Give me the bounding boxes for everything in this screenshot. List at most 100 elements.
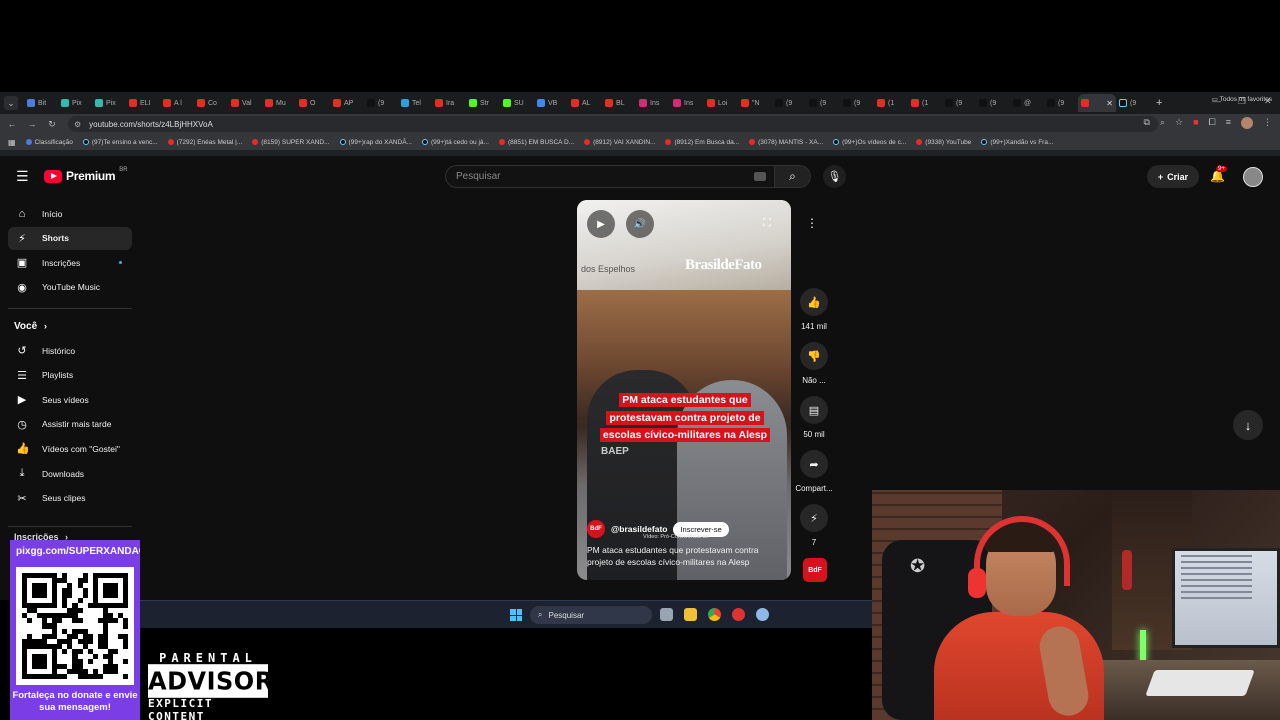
tab-item[interactable]: A l: [160, 94, 194, 112]
profile-avatar[interactable]: [1241, 117, 1253, 129]
tab-item[interactable]: Mu: [262, 94, 296, 112]
notifications-button[interactable]: 🔔 9+: [1210, 166, 1227, 183]
back-icon[interactable]: ←: [2, 119, 22, 129]
tab-item[interactable]: Co: [194, 94, 228, 112]
forward-icon[interactable]: →: [22, 119, 42, 129]
search-input[interactable]: Pesquisar: [445, 165, 775, 188]
new-tab-icon[interactable]: +: [1156, 97, 1170, 109]
sidebar-item-clips[interactable]: ✂ Seus clipes: [8, 487, 132, 510]
sidebar-item-subscriptions[interactable]: ▣ Inscrições: [8, 251, 132, 274]
extensions-icon[interactable]: ⧠: [1209, 117, 1216, 129]
short-player[interactable]: dos Espelhos BrasildeFato BAEP PM ataca …: [577, 200, 791, 580]
tab-item[interactable]: Ins: [670, 94, 704, 112]
zoom-icon[interactable]: ⌕: [1160, 117, 1165, 129]
search-button[interactable]: ⌕: [775, 165, 811, 188]
keyboard-icon[interactable]: [754, 172, 766, 181]
bookmark-item[interactable]: (99+)Os vídeos de c...: [833, 139, 906, 146]
sidebar-item-watch-later[interactable]: ◷ Assistir mais tarde: [8, 413, 132, 436]
bookmark-item[interactable]: (8851) EM BUSCA D...: [498, 139, 574, 146]
all-bookmarks[interactable]: ▭ Todos os favoritos: [1212, 95, 1272, 103]
avatar[interactable]: [1243, 167, 1263, 187]
kebab-menu-icon[interactable]: ⋮: [1263, 117, 1272, 129]
tab-item[interactable]: O: [296, 94, 330, 112]
bookmark-item[interactable]: (99+)tá cedo ou já...: [421, 139, 489, 146]
tab-item[interactable]: Pix: [92, 94, 126, 112]
tab-close-icon[interactable]: ✕: [1106, 99, 1113, 108]
voice-search-button[interactable]: 🎙: [823, 165, 846, 188]
taskbar-search[interactable]: ⌕ Pesquisar: [530, 606, 652, 624]
channel-handle[interactable]: @brasildefato: [611, 524, 667, 534]
sidebar-item-playlists[interactable]: ☰ Playlists: [8, 364, 132, 387]
bookmark-item[interactable]: (8912) VAI XANDIN...: [584, 139, 655, 146]
tab-item[interactable]: (1: [908, 94, 942, 112]
address-bar[interactable]: ⚙ youtube.com/shorts/z4LBjHHXVoA: [68, 116, 1158, 132]
tab-item[interactable]: Ins: [636, 94, 670, 112]
remix-button[interactable]: ⚡ 7: [795, 504, 833, 547]
sidebar-item-liked[interactable]: 👍 Vídeos com "Gostei": [8, 437, 132, 460]
app-icon[interactable]: [732, 608, 745, 621]
tab-item[interactable]: (9: [840, 94, 874, 112]
bookmark-item[interactable]: (99+)Xandão vs Fra...: [981, 139, 1053, 146]
tab-item[interactable]: "N: [738, 94, 772, 112]
tab-item[interactable]: @: [1010, 94, 1044, 112]
tab-last[interactable]: (9: [1116, 94, 1150, 112]
tab-item[interactable]: (9: [364, 94, 398, 112]
comments-button[interactable]: ▤ 50 mil: [795, 396, 833, 439]
dislike-button[interactable]: 👎 Não ...: [795, 342, 833, 385]
bookmark-item[interactable]: (97)Te ensino a venc...: [82, 139, 158, 146]
tab-item[interactable]: (9: [976, 94, 1010, 112]
file-explorer-icon[interactable]: [684, 608, 697, 621]
task-view-icon[interactable]: [660, 608, 673, 621]
tab-item[interactable]: (9: [1044, 94, 1078, 112]
tab-item[interactable]: Str: [466, 94, 500, 112]
tab-item[interactable]: Tel: [398, 94, 432, 112]
audio-channel-thumb[interactable]: BdF: [803, 558, 827, 582]
sidebar-item-music[interactable]: ◉ YouTube Music: [8, 276, 132, 299]
bookmark-item[interactable]: Classificação: [25, 139, 73, 146]
share-button[interactable]: ➦ Compart...: [795, 450, 833, 493]
settings-icon[interactable]: [756, 608, 769, 621]
site-info-icon[interactable]: ⚙: [74, 120, 81, 129]
windows-start-icon[interactable]: [510, 609, 522, 621]
play-button[interactable]: ▶: [587, 210, 615, 238]
short-caption[interactable]: PM ataca estudantes que protestavam cont…: [587, 544, 777, 568]
tab-item[interactable]: ELI: [126, 94, 160, 112]
bookmark-item[interactable]: (3078) MANTIS - XA...: [749, 139, 823, 146]
more-options-icon[interactable]: ⋮: [806, 216, 818, 230]
tab-item[interactable]: Loi: [704, 94, 738, 112]
bookmark-item[interactable]: (99+)rap do XANDÃ...: [339, 139, 412, 146]
tab-item[interactable]: (9: [942, 94, 976, 112]
tab-item[interactable]: (9: [772, 94, 806, 112]
hamburger-menu-icon[interactable]: ☰: [16, 168, 29, 185]
tab-item[interactable]: Ira: [432, 94, 466, 112]
tab-item[interactable]: Val: [228, 94, 262, 112]
tab-item[interactable]: Pix: [58, 94, 92, 112]
tab-item[interactable]: (1: [874, 94, 908, 112]
tab-active[interactable]: ✕: [1078, 94, 1116, 112]
next-short-button[interactable]: ↓: [1233, 410, 1263, 440]
bookmark-item[interactable]: (8912) Em Busca da...: [665, 139, 739, 146]
tab-item[interactable]: SU: [500, 94, 534, 112]
bookmark-item[interactable]: (7292) Enéas Metal |...: [167, 139, 242, 146]
sidebar-item-history[interactable]: ↺ Histórico: [8, 339, 132, 362]
bookmark-star-icon[interactable]: ☆: [1175, 117, 1183, 129]
extension-icon[interactable]: ■: [1193, 117, 1198, 129]
sidebar-item-your-videos[interactable]: ▶ Seus vídeos: [8, 388, 132, 411]
tab-item[interactable]: AL: [568, 94, 602, 112]
channel-avatar[interactable]: BdF: [587, 520, 605, 538]
youtube-logo[interactable]: Premium BR: [44, 167, 128, 183]
apps-icon[interactable]: ▦: [8, 138, 16, 147]
tab-item[interactable]: VB: [534, 94, 568, 112]
sidebar-item-shorts[interactable]: ⚡ Shorts: [8, 226, 132, 250]
tab-item[interactable]: (9: [806, 94, 840, 112]
reload-icon[interactable]: ↻: [42, 119, 62, 130]
install-icon[interactable]: ⧉: [1144, 117, 1150, 129]
media-icon[interactable]: ≡: [1226, 117, 1231, 129]
sidebar-voce-header[interactable]: Você ›: [14, 321, 47, 332]
tab-item[interactable]: BL: [602, 94, 636, 112]
like-button[interactable]: 👍 141 mil: [795, 288, 833, 331]
bookmark-item[interactable]: (9338) YouTube: [916, 139, 971, 146]
tab-item[interactable]: AP: [330, 94, 364, 112]
sidebar-item-downloads[interactable]: ⤓ Downloads: [8, 462, 132, 485]
bookmark-item[interactable]: (8159) SUPER XAND...: [252, 139, 330, 146]
